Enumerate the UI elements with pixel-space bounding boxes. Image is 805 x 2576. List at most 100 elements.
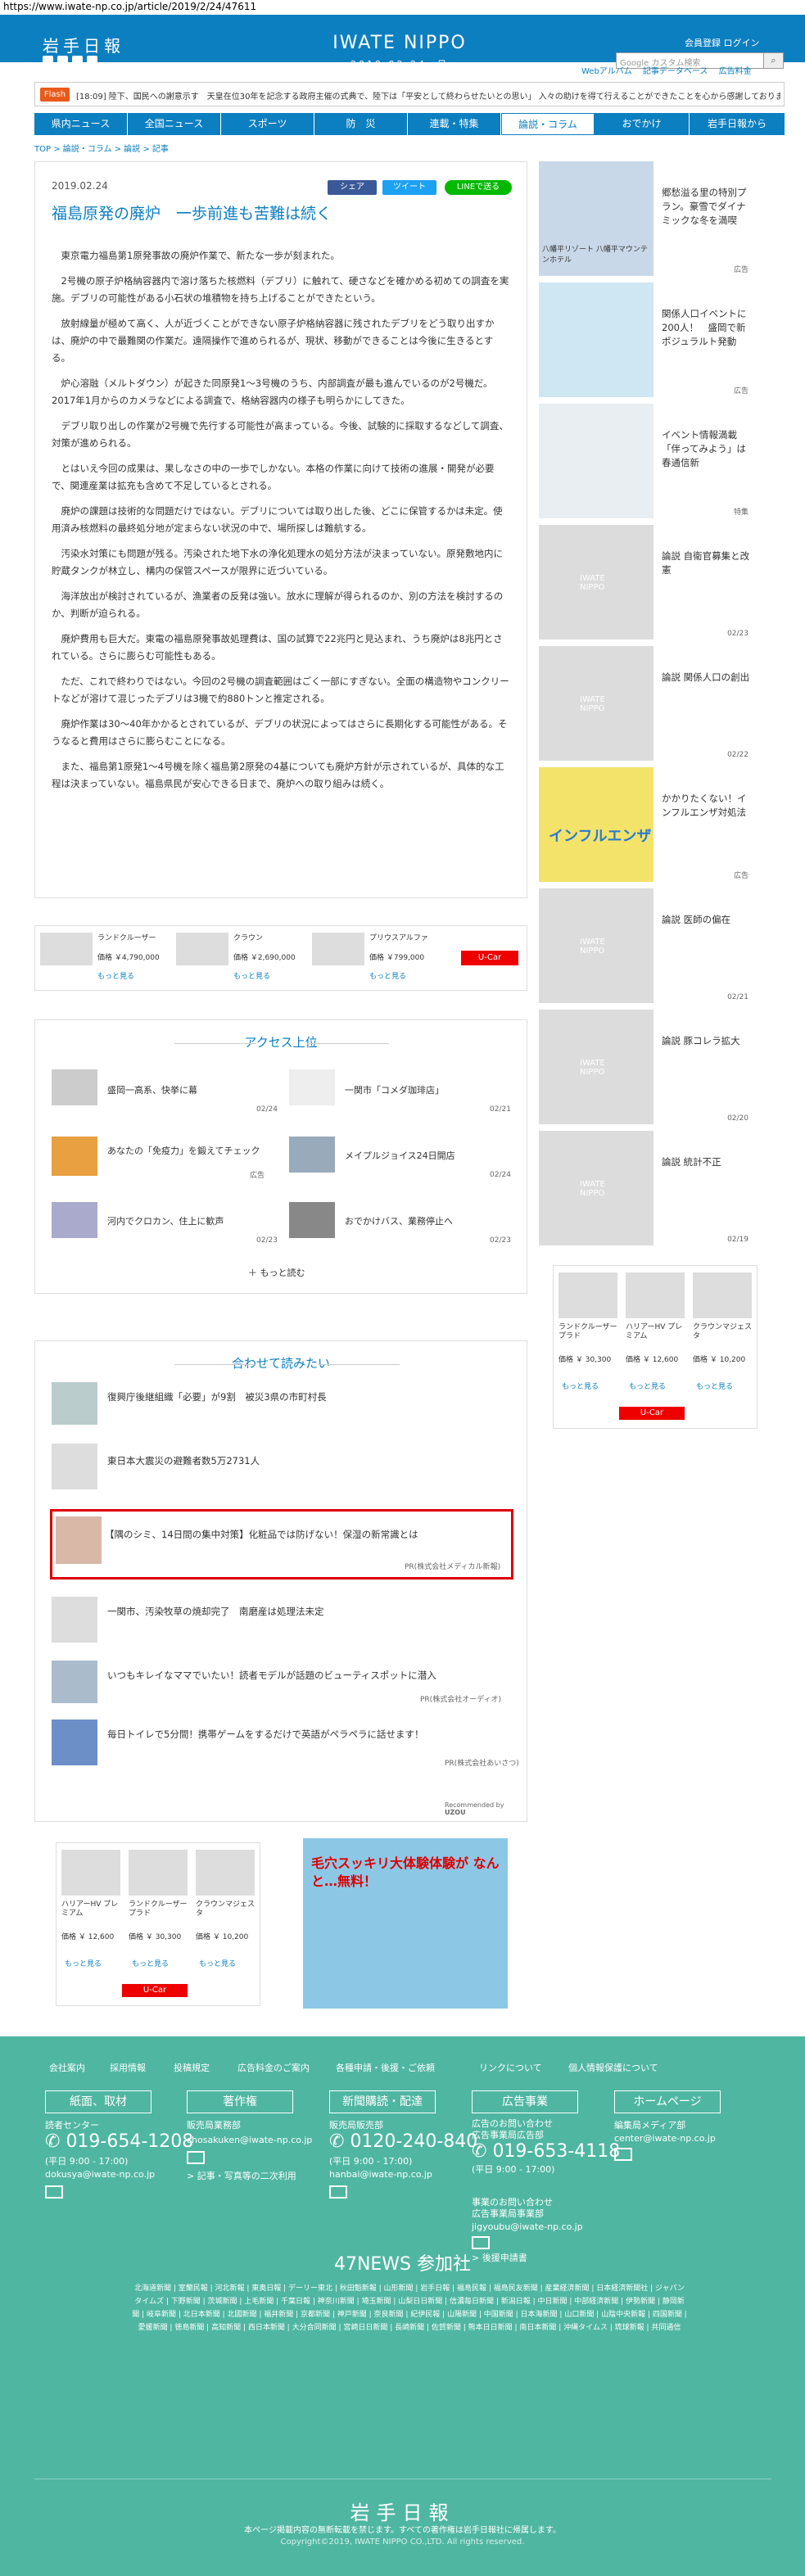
sidebar-item-title[interactable]: 論説 関係人口の創出: [662, 671, 752, 685]
facebook-share-button[interactable]: シェア: [328, 180, 377, 195]
sidebar-item-title[interactable]: 論説 自衛官募集と改憲: [662, 549, 752, 577]
car-ad-banner[interactable]: ランドクルーザー 価格 ￥4,790,000 もっと見る クラウン 価格 ￥2,…: [34, 925, 527, 991]
sidebar-item[interactable]: 八幡平リゾート 八幡平マウンテンホテル 郷愁溢る里の特別プラン。豪雪でダイナミッ…: [539, 161, 753, 276]
nav-sports[interactable]: スポーツ: [221, 113, 314, 135]
line-icon[interactable]: [72, 56, 83, 66]
related-item-title[interactable]: 一関市、汚染牧草の焼却完了 南磨産は処理法未定: [107, 1605, 324, 1618]
related-thumb[interactable]: [52, 1720, 97, 1765]
related-thumb[interactable]: [52, 1444, 97, 1489]
news47-list[interactable]: 北海道新聞 | 室蘭民報 | 河北新報 | 東奥日報 | デーリー東北 | 秋田…: [131, 2282, 688, 2334]
related-item-title[interactable]: 【隅のシミ、14日間の集中対策】化粧品では防げない！保湿の新常識とは: [105, 1528, 418, 1541]
footer-link[interactable]: 広告料金のご案内: [237, 2061, 310, 2074]
sidebar-item-title[interactable]: 論説 医師の偏在: [662, 913, 752, 927]
sidebar-item-title[interactable]: かかりたくない！インフルエンザ対処法: [662, 792, 752, 820]
site-logo[interactable]: 岩手日報: [43, 33, 124, 56]
ranking-thumb[interactable]: [289, 1202, 335, 1238]
footer-link[interactable]: 採用情報: [110, 2061, 146, 2074]
car-more-button[interactable]: もっと見る: [562, 1381, 599, 1391]
mail-icon[interactable]: [472, 2236, 490, 2249]
nav-prefecture-news[interactable]: 県内ニュース: [34, 113, 128, 135]
ranking-item-title[interactable]: 河内でクロカン、住上に歓声: [107, 1215, 224, 1227]
footer-link[interactable]: 投稿規定: [174, 2061, 210, 2074]
ranking-item-title[interactable]: 一関市「コメダ珈琲店」: [345, 1084, 444, 1096]
sidebar-item[interactable]: IWATE NIPPO 論説 豚コレラ拡大 02/20: [539, 1010, 753, 1124]
mail-icon[interactable]: [614, 2148, 632, 2161]
beauty-ad[interactable]: 毛穴スッキリ大体験体験が なんと…無料！: [303, 1838, 508, 2009]
ranking-item-title[interactable]: メイプルジョイス24日開店: [345, 1150, 455, 1162]
ranking-thumb[interactable]: [289, 1137, 335, 1173]
mail-icon[interactable]: [45, 2185, 63, 2199]
ranking-item-title[interactable]: 盛岡一高系、快挙に幕: [107, 1084, 197, 1096]
phone-number[interactable]: ✆ 019-654-1208: [45, 2131, 193, 2152]
subnav-ad-rates[interactable]: 広告料金: [719, 67, 752, 76]
sidebar-item[interactable]: IWATE NIPPO 論説 統計不正 02/19: [539, 1131, 753, 1245]
sidebar-item-title[interactable]: 論説 豚コレラ拡大: [662, 1034, 752, 1048]
sidebar-item-title[interactable]: 論説 統計不正: [662, 1155, 752, 1169]
bottom-car-ad[interactable]: ハリアーHV プレミアム ランドクルーザープラド クラウンマジェスタ 価格 ￥ …: [56, 1842, 260, 2006]
related-item-title[interactable]: 東日本大震災の避難者数5万2731人: [107, 1454, 260, 1467]
related-item-title[interactable]: いつもキレイなママでいたい！読者モデルが話題のビューティスポットに潜入: [107, 1669, 436, 1682]
car-more-button[interactable]: もっと見る: [369, 970, 406, 981]
related-item-highlighted[interactable]: 【隅のシミ、14日間の集中対策】化粧品では防げない！保湿の新常識とは PR(株式…: [50, 1509, 513, 1579]
twitter-icon[interactable]: [43, 56, 53, 66]
car-more-button[interactable]: もっと見る: [696, 1381, 733, 1391]
line-share-button[interactable]: LINEで送る: [445, 180, 512, 195]
sidebar-item[interactable]: インフルエンザ かかりたくない！インフルエンザ対処法 広告: [539, 767, 753, 882]
footer-link[interactable]: 各種申請・後援・ご依頼: [336, 2061, 435, 2074]
footer-email[interactable]: chosakuken@iwate-np.co.jp: [187, 2135, 312, 2146]
sidebar-item[interactable]: 関係人口イベントに200人！ 盛岡で新ポジュラルト発動 広告: [539, 282, 753, 397]
sidebar-item[interactable]: イベント情報満載「伴ってみよう」は春通信新 特集: [539, 404, 753, 518]
footer-logo[interactable]: 岩手日報: [0, 2497, 805, 2525]
phone-number[interactable]: ✆ 019-653-4118: [472, 2141, 620, 2162]
breadcrumb[interactable]: TOP > 論説・コラム > 論説 > 記事: [34, 142, 169, 154]
sidebar-item[interactable]: IWATE NIPPO 論説 自衛官募集と改憲 02/23: [539, 525, 753, 639]
footer-link-secondary[interactable]: > 記事・写真等の二次利用: [187, 2171, 296, 2182]
sidebar-car-ad[interactable]: ランドクルーザープラド ハリアーHV プレミアム クラウンマジェスタ 価格 ￥ …: [553, 1265, 758, 1429]
flash-text[interactable]: [18:09] 陸下、国民への謝意示す 天皇在位30年を記念する政府主催の式典で…: [76, 89, 780, 102]
sidebar-item-title[interactable]: 関係人口イベントに200人！ 盛岡で新ポジュラルト発動: [662, 307, 752, 349]
mail-icon[interactable]: [329, 2185, 347, 2199]
footer-email[interactable]: dokusya@iwate-np.co.jp: [45, 2169, 155, 2181]
related-thumb[interactable]: [52, 1597, 97, 1643]
member-login-links[interactable]: 会員登録 ログイン: [685, 36, 760, 49]
ranking-thumb[interactable]: [52, 1137, 97, 1176]
phone-number[interactable]: ✆ 0120-240-840: [329, 2131, 477, 2152]
read-more-button[interactable]: ＋ もっと読む: [248, 1266, 305, 1279]
facebook-icon[interactable]: [57, 56, 68, 66]
car-more-button[interactable]: もっと見る: [97, 970, 134, 981]
car-more-button[interactable]: もっと見る: [199, 1958, 236, 1968]
mail-icon[interactable]: [187, 2151, 205, 2164]
subnav-database[interactable]: 記事データベース: [643, 67, 708, 76]
sidebar-item[interactable]: IWATE NIPPO 論説 関係人口の創出 02/22: [539, 646, 753, 761]
sidebar-item[interactable]: IWATE NIPPO 論説 医師の偏在 02/21: [539, 888, 753, 1003]
nav-from-nippo[interactable]: 岩手日報から: [690, 113, 785, 135]
related-thumb[interactable]: [52, 1661, 97, 1703]
footer-email[interactable]: hanbai@iwate-np.co.jp: [329, 2169, 432, 2181]
instagram-icon[interactable]: [87, 56, 97, 66]
car-more-button[interactable]: もっと見る: [233, 970, 270, 981]
ranking-thumb[interactable]: [52, 1202, 97, 1238]
footer-link[interactable]: 個人情報保護について: [568, 2061, 658, 2074]
car-more-button[interactable]: もっと見る: [65, 1958, 102, 1968]
related-thumb[interactable]: [56, 1516, 102, 1564]
related-thumb[interactable]: [52, 1382, 97, 1425]
ranking-item-title[interactable]: あなたの「免疫力」を鍛えてチェック: [107, 1145, 263, 1157]
nav-outings[interactable]: おでかけ: [595, 113, 690, 135]
related-item-title[interactable]: 復興庁後継組織「必要」が9割 被災3県の市町村長: [107, 1390, 327, 1403]
ranking-thumb[interactable]: [289, 1069, 335, 1105]
car-more-button[interactable]: もっと見る: [132, 1958, 169, 1968]
tweet-button[interactable]: ツイート: [382, 180, 436, 195]
nav-national-news[interactable]: 全国ニュース: [128, 113, 221, 135]
footer-email[interactable]: center@iwate-np.co.jp: [614, 2133, 716, 2144]
nav-features[interactable]: 連載・特集: [408, 113, 501, 135]
search-button[interactable]: ⌕: [763, 52, 784, 69]
footer-link[interactable]: リンクについて: [479, 2061, 542, 2074]
footer-email[interactable]: jigyoubu@iwate-np.co.jp: [472, 2221, 583, 2233]
nav-editorial[interactable]: 論説・コラム: [501, 113, 595, 135]
nav-disaster[interactable]: 防 災: [314, 113, 408, 135]
ranking-item-title[interactable]: おでかけバス、業務停止へ: [345, 1215, 453, 1227]
related-item-title[interactable]: 毎日トイレで5分間！携帯ゲームをするだけで英語がペラペラに話せます！: [107, 1728, 423, 1741]
subnav-album[interactable]: Webアルバム: [581, 67, 632, 76]
ranking-thumb[interactable]: [52, 1069, 97, 1105]
footer-link[interactable]: 会社案内: [49, 2061, 85, 2074]
